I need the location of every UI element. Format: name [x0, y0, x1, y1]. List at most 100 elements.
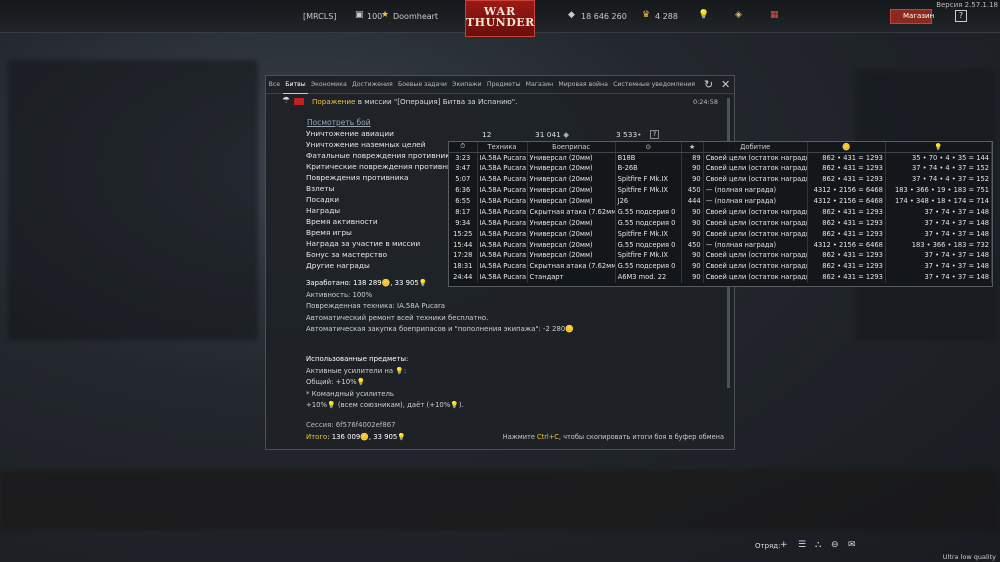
watch-replay-link[interactable]: Посмотреть бой — [307, 118, 371, 127]
active-boosters-line: Активные усилители на 💡: — [306, 366, 407, 375]
table-cell: IA.58A Pucara — [477, 162, 528, 174]
table-cell: 862 • 431 = 1293 — [807, 206, 886, 218]
table-cell: Своей цели (остаток награды) — [703, 206, 808, 218]
tab-5[interactable]: Экипажи — [450, 76, 485, 94]
copy-hint-key: Ctrl+C — [537, 433, 559, 441]
award-row: Повреждения противника — [306, 173, 409, 182]
top-bar: [MRCLS] ▣ 100 ★ Doomheart WAR THUNDER ◆ … — [0, 0, 1000, 37]
tab-2[interactable]: Экономика — [308, 76, 349, 94]
table-cell: 37 • 74 • 37 = 148 — [885, 250, 993, 261]
session-id: Сессия: 6f576f4002ef867 — [306, 421, 396, 429]
silver-lions-balance[interactable]: 18 646 260 — [581, 12, 627, 21]
table-cell: Универсал (20мм) — [527, 184, 616, 196]
tab-4[interactable]: Боевые задачи — [395, 76, 449, 94]
research-bulb-icon[interactable]: 💡 — [698, 10, 709, 20]
activity-line: Активность: 100% — [306, 290, 373, 299]
table-cell: Своей цели (остаток награды) — [703, 260, 808, 272]
tab-9[interactable]: Системные уведомления — [610, 76, 697, 94]
battle-pass-icon[interactable]: ◈ — [735, 10, 742, 20]
table-cell: 90 — [681, 260, 704, 272]
table-cell: 37 • 74 • 37 = 148 — [885, 206, 993, 218]
award-row: Бонус за мастерство — [306, 250, 387, 259]
table-cell: 90 — [681, 173, 704, 185]
contacts-icon[interactable]: ☰ — [798, 540, 806, 550]
table-cell: 450 — [681, 184, 704, 196]
parachute-icon: ☂ — [282, 96, 291, 106]
table-cell: Универсал (20мм) — [527, 239, 616, 251]
table-cell: IA.58A Pucara — [477, 250, 528, 261]
table-cell: IA.58A Pucara — [477, 217, 528, 229]
war-thunder-logo[interactable]: WAR THUNDER — [465, 0, 535, 37]
table-row: 8:17 IA.58A Pucara Скрытная атака (7.62мм)… — [449, 206, 993, 218]
table-cell: Универсал (20мм) — [527, 250, 616, 261]
award-row: Другие награды — [306, 261, 370, 270]
table-cell: 90 — [681, 162, 704, 174]
table-cell: 3:47 — [449, 162, 478, 174]
table-cell: G.55 подсерия 0 — [615, 217, 682, 229]
table-row: 3:23 IA.58A Pucara Универсал (20мм) B18B 89 С… — [449, 152, 993, 163]
table-cell: 17:28 — [449, 250, 478, 261]
award-row[interactable]: Уничтожение авиации — [306, 129, 456, 140]
chat-icon[interactable]: ⊖ — [831, 540, 839, 550]
tab-0[interactable]: Все — [266, 76, 283, 94]
air-kills-silver: 31 041 ◆ — [535, 130, 569, 139]
tab-6[interactable]: Предметы — [484, 76, 523, 94]
refresh-icon[interactable]: ↻ — [704, 78, 713, 91]
table-cell: IA.58A Pucara — [477, 228, 528, 240]
tab-8[interactable]: Мировая война — [556, 76, 611, 94]
close-icon[interactable]: ✕ — [721, 78, 730, 91]
table-cell: 37 • 74 • 37 = 148 — [885, 217, 993, 229]
shop-label: Магазин — [903, 12, 935, 20]
table-cell: 862 • 431 = 1293 — [807, 250, 886, 261]
award-row: Награды — [306, 206, 341, 215]
squadron-icon[interactable]: ⛬ — [815, 540, 821, 550]
award-row: Посадки — [306, 195, 340, 204]
air-kills-help-button[interactable]: ? — [650, 130, 660, 139]
mission-time: 0:24:58 — [692, 98, 718, 106]
rank-star-icon: ★ — [381, 10, 390, 20]
table-row: 3:47 IA.58A Pucara Универсал (20мм) B-26B 90… — [449, 162, 993, 174]
tab-7[interactable]: Магазин — [523, 76, 556, 94]
table-cell: 862 • 431 = 1293 — [807, 152, 886, 163]
golden-eagles-balance[interactable]: 4 288 — [655, 12, 678, 21]
table-cell: — (полная награда) — [703, 184, 808, 196]
table-cell: Универсал (20мм) — [527, 195, 616, 207]
player-nickname[interactable]: Doomheart — [393, 12, 438, 21]
mail-icon[interactable]: ✉ — [848, 540, 856, 550]
table-cell: G.55 подсерия 0 — [615, 239, 682, 251]
shop-button[interactable]: Магазин — [890, 9, 935, 24]
squadron-tag[interactable]: [MRCLS] — [303, 12, 336, 21]
table-cell: Своей цели (остаток награды) — [703, 162, 808, 174]
table-cell: Своей цели (остаток награды) — [703, 152, 808, 163]
logo-line2: THUNDER — [466, 16, 535, 29]
table-cell: 174 • 348 • 18 • 174 = 714 — [885, 195, 993, 207]
table-cell: IA.58A Pucara — [477, 195, 528, 207]
table-cell: Универсал (20мм) — [527, 228, 616, 240]
air-kills-detail-tooltip: ⏱ Техника Боеприпас ⊙ ★ Добитие 🪙 💡 3:23 IA.58A … — [448, 141, 993, 287]
copy-hint-pre: Нажмите — [502, 433, 537, 441]
add-squad-member-icon[interactable]: + — [780, 540, 788, 550]
kills-table-body: 3:23 IA.58A Pucara Универсал (20мм) B18B 89 С… — [449, 152, 993, 283]
table-cell: A6M3 mod. 22 — [615, 271, 682, 283]
commander-booster-detail: +10%💡 (всем союзникам), даёт (+10%💡). — [306, 401, 464, 409]
damaged-vehicle-line: Поврежденная техника: IA.58A Pucara — [306, 302, 446, 310]
table-row: 24:44 IA.58A Pucara Стандарт A6M3 mod. 22 90… — [449, 271, 993, 283]
table-cell: Своей цели (остаток награды) — [703, 250, 808, 261]
awards-list: Уничтожение авиации Уничтожение наземных … — [306, 129, 456, 272]
table-cell: Своей цели (остаток награды) — [703, 173, 808, 185]
help-button[interactable]: ? — [955, 10, 967, 22]
air-kills-rp: 3 533• — [616, 130, 642, 139]
tab-1[interactable]: Битвы — [282, 76, 309, 94]
table-cell: Spitfire F Mk.IX — [615, 250, 682, 261]
table-cell: 90 — [681, 228, 704, 240]
table-cell: 15:25 — [449, 228, 478, 240]
coupon-icon[interactable]: ▦ — [770, 10, 779, 20]
table-cell: 90 — [681, 206, 704, 218]
table-cell: 862 • 431 = 1293 — [807, 173, 886, 185]
table-cell: Универсал (20мм) — [527, 162, 616, 174]
avatar-icon[interactable]: ▣ — [355, 10, 364, 20]
award-row: Награда за участие в миссии — [306, 239, 421, 248]
table-header-cell: 💡 — [885, 142, 993, 153]
award-row: Критические повреждения противника — [306, 162, 456, 171]
tab-3[interactable]: Достижения — [349, 76, 395, 94]
